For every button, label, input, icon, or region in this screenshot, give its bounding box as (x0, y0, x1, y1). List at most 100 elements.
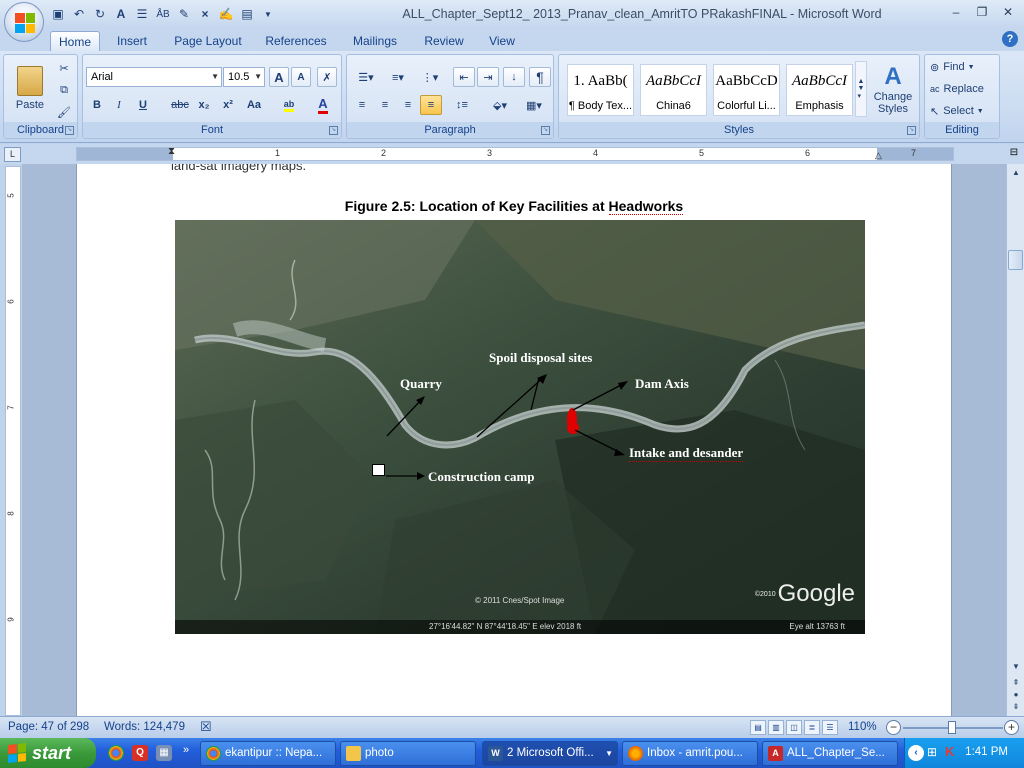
clock[interactable]: 1:41 PM (965, 746, 1008, 758)
system-tray: ‹ ⊞ K 1:41 PM (904, 738, 1024, 768)
scroll-thumb[interactable] (1008, 250, 1023, 270)
horizontal-ruler[interactable]: 1 2 3 4 5 6 7 ⧗ △ (76, 146, 954, 161)
tab-review[interactable]: Review (416, 31, 472, 52)
borders-icon[interactable]: ▦▾ (519, 95, 549, 115)
subscript-button[interactable]: x₂ (193, 95, 215, 115)
task-inbox[interactable]: Inbox - amrit.pou... (622, 741, 758, 766)
zoom-level[interactable]: 110% (848, 721, 877, 733)
restore-button[interactable]: ❐ (970, 2, 994, 22)
font-size-combo[interactable]: 10.5 ▼ (223, 67, 265, 87)
strikethrough-button[interactable]: abc (167, 95, 193, 115)
align-center-icon[interactable]: ≡ (374, 95, 396, 115)
close-button[interactable]: ✕ (996, 2, 1020, 22)
align-right-icon[interactable]: ≡ (397, 95, 419, 115)
calculator-quicklaunch-icon[interactable]: ▦ (156, 745, 172, 761)
tab-insert[interactable]: Insert (108, 31, 156, 52)
construction-camp-marker (372, 464, 385, 476)
vertical-ruler[interactable]: 5 6 7 8 9 (5, 166, 21, 716)
format-painter-icon[interactable]: 🖌 (54, 102, 74, 122)
change-case-button[interactable]: Aa (241, 95, 267, 115)
italic-button[interactable]: I (109, 95, 129, 115)
quicklaunch-more-icon[interactable]: » (178, 742, 194, 758)
tab-references[interactable]: References (258, 31, 334, 52)
vertical-scrollbar[interactable]: ▲ ▼ ⇞ ● ⇟ (1006, 164, 1024, 716)
justify-icon[interactable]: ≡ (420, 95, 442, 115)
style-body-text[interactable]: 1. AaBb( ¶ Body Tex... (567, 64, 634, 116)
style-emphasis[interactable]: AaBbCcI Emphasis (786, 64, 853, 116)
multilevel-list-icon[interactable]: ⋮▾ (415, 67, 445, 87)
help-icon[interactable]: ? (1002, 31, 1018, 47)
zoom-slider-thumb[interactable] (948, 721, 956, 734)
shading-icon[interactable]: ⬙▾ (485, 95, 515, 115)
web-layout-icon[interactable]: ◫ (786, 720, 802, 735)
styles-launcher-icon[interactable]: ↘ (907, 126, 916, 135)
line-spacing-icon[interactable]: ↕≡ (447, 95, 477, 115)
underline-button[interactable]: U (131, 95, 155, 115)
select-button[interactable]: ↖ Select ▼ (929, 101, 997, 121)
numbering-list-icon[interactable]: ≡▾ (383, 67, 413, 87)
clipboard-launcher-icon[interactable]: ↘ (65, 126, 74, 135)
show-marks-button[interactable]: ¶ (529, 67, 551, 87)
shrink-font-button[interactable]: A (291, 67, 311, 87)
sort-icon[interactable]: ↓ (503, 67, 525, 87)
task-ekantipur[interactable]: ekantipur :: Nepa... (200, 741, 336, 766)
scroll-up-icon[interactable]: ▲ (1009, 166, 1023, 180)
task-photo-folder[interactable]: photo (340, 741, 476, 766)
q-app-quicklaunch-icon[interactable]: Q (132, 745, 148, 761)
paragraph-launcher-icon[interactable]: ↘ (541, 126, 550, 135)
increase-indent-icon[interactable]: ⇥ (477, 67, 499, 87)
tab-home[interactable]: Home (50, 31, 100, 52)
zoom-out-button[interactable]: − (886, 720, 901, 735)
full-screen-reading-icon[interactable]: ▥ (768, 720, 784, 735)
style-china6[interactable]: AaBbCcI China6 (640, 64, 707, 116)
replace-button[interactable]: ac Replace (929, 79, 997, 99)
google-year: ©2010 (754, 591, 776, 599)
network-icon[interactable]: ⊞ (927, 745, 937, 759)
font-color-button-icon[interactable]: A (309, 95, 337, 115)
task-microsoft-office[interactable]: W 2 Microsoft Offi... ▼ (482, 741, 618, 766)
minimize-button[interactable]: – (944, 2, 968, 22)
view-ruler-icon[interactable]: ⊟ (1006, 147, 1022, 161)
antivirus-icon[interactable]: K (945, 744, 954, 759)
right-indent-marker-icon[interactable]: △ (875, 150, 882, 161)
zoom-in-button[interactable]: + (1004, 720, 1019, 735)
chrome-quicklaunch-icon[interactable] (108, 745, 124, 761)
office-button[interactable] (4, 2, 44, 42)
outline-icon[interactable]: ≣ (804, 720, 820, 735)
start-button[interactable]: start (0, 738, 96, 768)
decrease-indent-icon[interactable]: ⇤ (453, 67, 475, 87)
word-count[interactable]: Words: 124,479 (104, 721, 185, 733)
change-styles-button[interactable]: A Change Styles (869, 59, 917, 119)
tab-mailings[interactable]: Mailings (344, 31, 406, 52)
highlight-color-icon[interactable]: ab (275, 95, 303, 115)
grow-font-button[interactable]: A (269, 67, 289, 87)
align-left-icon[interactable]: ≡ (351, 95, 373, 115)
clear-format-icon[interactable]: ✗ (317, 67, 337, 87)
task-pdf-document[interactable]: A ALL_Chapter_Se... (762, 741, 898, 766)
satellite-map-image[interactable]: Spoil disposal sites Quarry Dam Axis Int… (175, 220, 865, 634)
scroll-down-icon[interactable]: ▼ (1009, 660, 1023, 674)
paste-button[interactable]: Paste (8, 59, 52, 117)
copy-icon[interactable]: ⧉ (54, 80, 74, 100)
tray-expand-icon[interactable]: ‹ (908, 745, 924, 761)
draft-icon[interactable]: ☰ (822, 720, 838, 735)
font-name-combo[interactable]: Arial ▼ (86, 67, 222, 87)
document-page[interactable]: land-sat imagery maps. Figure 2.5: Locat… (76, 164, 952, 716)
page-count[interactable]: Page: 47 of 298 (8, 721, 89, 733)
tab-view[interactable]: View (480, 31, 524, 52)
print-layout-icon[interactable]: ▤ (750, 720, 766, 735)
style-colorful-list[interactable]: AaBbCcD Colorful Li... (713, 64, 780, 116)
styles-scroll-icon[interactable]: ▲ ▼ ▾ (855, 61, 867, 117)
tab-page-layout[interactable]: Page Layout (166, 31, 250, 52)
superscript-button[interactable]: x² (217, 95, 239, 115)
proofing-icon[interactable]: ☒ (200, 719, 212, 735)
bold-button[interactable]: B (87, 95, 107, 115)
indent-marker-icon[interactable]: ⧗ (168, 146, 175, 157)
tab-selector-icon[interactable]: L (4, 147, 21, 162)
font-launcher-icon[interactable]: ↘ (329, 126, 338, 135)
ruler-tick: 3 (487, 148, 493, 158)
next-page-icon[interactable]: ⇟ (1009, 700, 1023, 714)
bullets-list-icon[interactable]: ☰▾ (351, 67, 381, 87)
find-button[interactable]: ⊚ Find ▼ (929, 57, 997, 77)
cut-icon[interactable]: ✂ (54, 58, 74, 78)
